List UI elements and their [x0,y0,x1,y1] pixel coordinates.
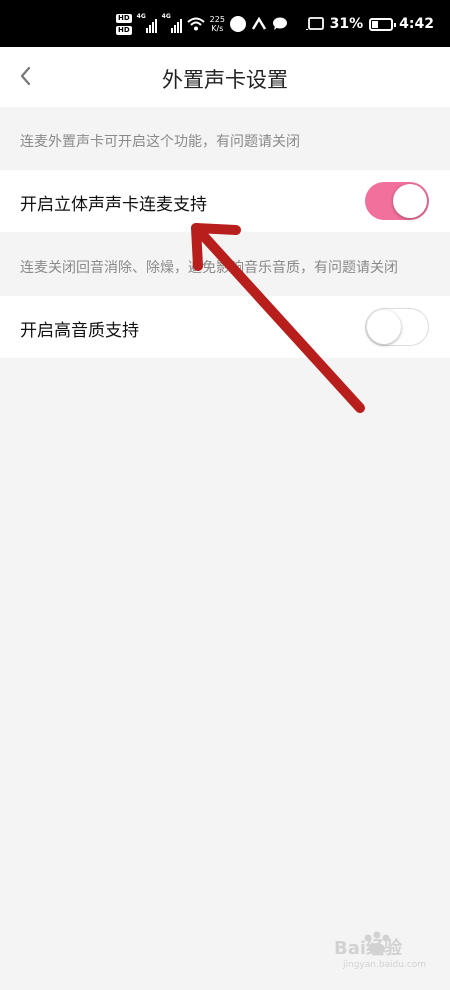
stereo-hint-text: 连麦外置声卡可开启这个功能，有问题请关闭 [20,134,300,150]
network-speed: 225 K/s [210,15,225,33]
status-right: 31% 4:42 [305,8,434,40]
battery-percent: 31% [329,16,364,32]
wifi-icon [187,17,205,31]
hq-setting-row[interactable]: 开启高音质支持 [0,296,450,358]
hq-setting-label: 开启高音质支持 [20,321,139,341]
hd-badge-top: HD [116,13,132,23]
status-left: HD HD 4G 4G 225 K/s [116,8,288,40]
status-bar: HD HD 4G 4G 225 K/s 31% 4:42 [0,0,450,47]
speed-unit: K/s [211,24,224,33]
speed-value: 225 [209,15,225,24]
stereo-setting-label: 开启立体声声卡连麦支持 [20,195,207,215]
watermark-url: jingyan.baidu.com [343,960,427,970]
toggle-knob [393,184,427,218]
cast-icon [305,17,324,30]
sync-icon [251,17,266,30]
paw-icon [364,931,390,955]
hq-hint-text: 连麦关闭回音消除、除燥，避免影响音乐音质，有问题请关闭 [20,260,398,276]
page-title: 外置声卡设置 [162,68,288,92]
signal-icon-2: 4G [161,13,182,33]
clock: 4:42 [399,16,434,32]
hd-indicators: HD HD [116,13,132,35]
hq-toggle-switch[interactable] [365,308,429,346]
title-bar: 外置声卡设置 [0,47,450,107]
app-notification-icon [229,16,246,32]
signal-icon-1: 4G [136,13,157,33]
battery-fill [372,20,379,28]
toggle-knob [367,309,401,344]
hd-badge-bottom: HD [116,25,132,35]
stereo-setting-row[interactable]: 开启立体声声卡连麦支持 [0,170,450,232]
stereo-toggle-switch[interactable] [365,182,429,220]
chat-icon [272,17,287,30]
network-type-1: 4G [136,13,146,20]
network-type-2: 4G [161,13,171,20]
battery-icon [369,17,397,31]
